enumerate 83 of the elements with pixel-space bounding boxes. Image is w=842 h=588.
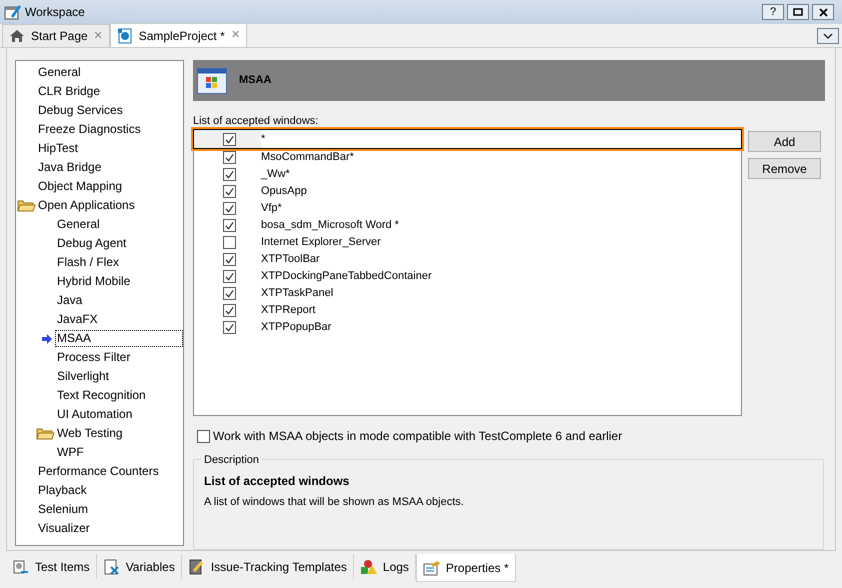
tree-item[interactable]: General [55, 216, 102, 233]
variables-icon [102, 558, 121, 574]
description-text: A list of windows that will be shown as MSAA objects. [204, 495, 465, 510]
window-row[interactable]: OpusApp [194, 183, 741, 200]
close-tab-button[interactable]: ✕ [230, 27, 240, 44]
checkbox[interactable] [223, 202, 236, 215]
tree-item[interactable]: HipTest [36, 140, 80, 157]
project-icon [116, 28, 133, 44]
checkbox[interactable] [223, 253, 236, 266]
chevron-down-icon [823, 33, 833, 39]
window-row[interactable]: Vfp* [194, 200, 741, 217]
folder-icon [36, 426, 55, 441]
panel-tab[interactable]: Properties * [416, 554, 516, 582]
tree-item[interactable]: UI Automation [55, 406, 134, 423]
tree-item[interactable]: Selenium [36, 501, 90, 518]
window-row[interactable]: * [193, 129, 742, 149]
tree-item[interactable]: Process Filter [55, 349, 132, 366]
checkbox[interactable] [223, 270, 236, 283]
tree-item[interactable]: General [36, 64, 83, 81]
tree-item[interactable]: WPF [55, 444, 86, 461]
document-tab[interactable]: SampleProject * ✕ [110, 23, 247, 47]
window-row[interactable]: XTPPopupBar [194, 319, 741, 336]
panel-title: MSAA [239, 73, 272, 88]
window-row[interactable]: bosa_sdm_Microsoft Word * [194, 217, 741, 234]
close-button[interactable] [812, 4, 834, 20]
tree-item[interactable]: Java [55, 292, 84, 309]
checkbox[interactable] [223, 321, 236, 334]
window-title: Workspace [25, 4, 85, 21]
window-row[interactable]: _Ww* [194, 166, 741, 183]
home-icon [9, 28, 25, 44]
checkbox[interactable] [223, 185, 236, 198]
tree-item[interactable]: Freeze Diagnostics [36, 121, 143, 138]
close-icon [818, 8, 828, 16]
window-row[interactable]: XTPReport [194, 302, 741, 319]
checkbox[interactable] [223, 168, 236, 181]
tree-item[interactable]: Flash / Flex [55, 254, 122, 271]
window-row[interactable]: Internet Explorer_Server [194, 234, 741, 251]
window-row[interactable]: MsoCommandBar* [194, 149, 741, 166]
tree-item[interactable]: Debug Agent [55, 235, 128, 252]
checkbox[interactable] [223, 151, 236, 164]
logs-icon [360, 558, 378, 574]
document-tab[interactable]: Start Page ✕ [2, 24, 110, 47]
tree-item[interactable]: Playback [36, 482, 89, 499]
add-button[interactable]: Add [748, 131, 821, 152]
window-row[interactable]: XTPTaskPanel [194, 285, 741, 302]
window-row[interactable]: XTPDockingPaneTabbedContainer [194, 268, 741, 285]
checkbox[interactable] [223, 287, 236, 300]
tree-item[interactable]: Performance Counters [36, 463, 161, 480]
tree-item[interactable]: Java Bridge [36, 159, 104, 176]
restore-button[interactable] [787, 4, 809, 20]
template-icon [188, 558, 206, 574]
folder-icon [17, 198, 36, 213]
restore-icon [793, 8, 803, 16]
tree-item[interactable]: Hybrid Mobile [55, 273, 132, 290]
tree-item[interactable]: Silverlight [55, 368, 112, 385]
tree-item[interactable]: Debug Services [36, 102, 125, 119]
list-label: List of accepted windows: [193, 114, 320, 128]
tree-item[interactable]: CLR Bridge [36, 83, 102, 100]
remove-button[interactable]: Remove [748, 158, 821, 179]
checkbox[interactable] [223, 219, 236, 232]
checkbox[interactable] [223, 304, 236, 317]
tree-item[interactable]: Open Applications [36, 197, 137, 214]
tree-item[interactable]: Object Mapping [36, 178, 124, 195]
tree-item[interactable]: Web Testing [55, 425, 125, 442]
checkbox[interactable] [223, 236, 236, 249]
checkbox[interactable] [197, 430, 210, 442]
edit-window-icon [4, 4, 22, 20]
tree-item[interactable]: JavaFX [55, 311, 100, 328]
test-items-icon [12, 558, 30, 574]
checkbox-label: Work with MSAA objects in mode compatible with TestComplete 6 and earlier [213, 428, 622, 445]
tree-item[interactable]: MSAA [55, 330, 183, 347]
panel-tab[interactable]: Variables [96, 554, 182, 579]
tree-item[interactable]: Visualizer [36, 520, 92, 537]
checkbox[interactable] [223, 132, 236, 146]
tab-list-button[interactable] [817, 28, 839, 44]
description-heading: List of accepted windows [204, 473, 350, 490]
tree-item[interactable]: Text Recognition [55, 387, 148, 404]
help-button[interactable]: ? [762, 4, 784, 20]
window-row[interactable]: XTPToolBar [194, 251, 741, 268]
properties-icon [422, 560, 441, 576]
group-legend: Description [201, 452, 262, 468]
window-logo-icon [197, 68, 227, 94]
selection-arrow-icon [42, 334, 52, 344]
